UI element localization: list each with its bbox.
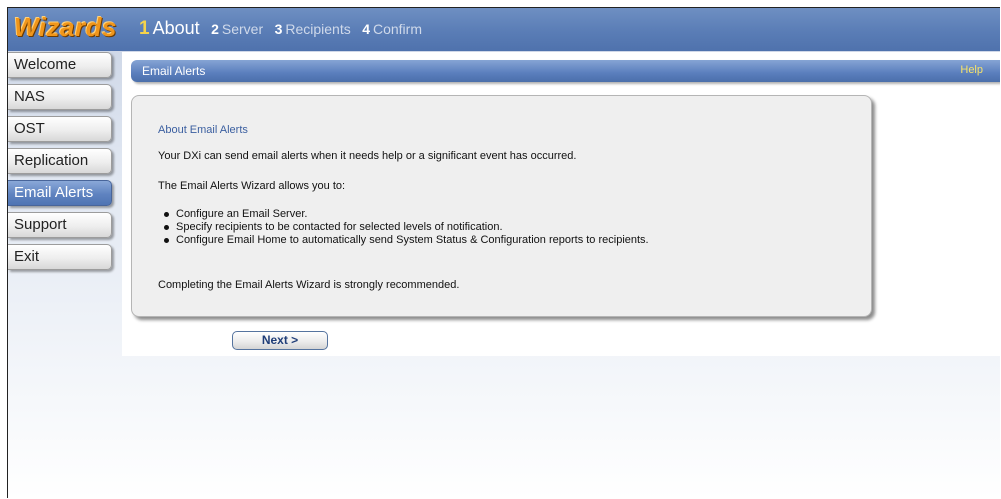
sidebar-item-nas[interactable]: NAS [8,84,112,110]
step-confirm: 4 Confirm [362,21,422,37]
step-label: Server [221,21,264,37]
list-item: Configure Email Home to automatically se… [158,234,649,247]
wizard-sidebar: Welcome NAS OST Replication Email Alerts… [8,52,116,276]
panel-intro-text: Your DXi can send email alerts when it n… [158,150,577,162]
content-area: Email Alerts Help About Email Alerts You… [122,52,1000,356]
sidebar-item-email-alerts[interactable]: Email Alerts [8,180,112,206]
step-number: 4 [362,21,370,37]
wizards-logo: Wizards [14,12,117,42]
step-number: 2 [211,21,219,37]
list-item: Configure an Email Server. [158,208,649,221]
about-email-alerts-panel: About Email Alerts Your DXi can send ema… [131,95,872,317]
step-label: Confirm [372,21,422,37]
panel-footer-text: Completing the Email Alerts Wizard is st… [158,279,460,291]
wizard-window: Wizards 1 About 2 Server 3 Recipients 4 Conf… [7,7,1000,498]
sidebar-item-welcome[interactable]: Welcome [8,52,112,78]
step-server: 2 Server [211,21,263,37]
step-recipients: 3 Recipients [275,21,351,37]
panel-lead-text: The Email Alerts Wizard allows you to: [158,180,346,192]
step-label: Recipients [285,21,351,37]
feature-list: Configure an Email Server. Specify recip… [158,208,649,247]
sidebar-item-support[interactable]: Support [8,212,112,238]
help-link[interactable]: Help [960,64,983,76]
next-button[interactable]: Next > [232,331,328,350]
list-item: Specify recipients to be contacted for s… [158,221,649,234]
step-number: 3 [274,21,283,37]
panel-title: About Email Alerts [158,124,248,136]
sidebar-item-replication[interactable]: Replication [8,148,112,174]
step-about: 1 About [139,18,200,40]
sidebar-item-ost[interactable]: OST [8,116,112,142]
wizard-steps: 1 About 2 Server 3 Recipients 4 Confirm [139,18,429,40]
step-number: 1 [139,18,150,39]
wizard-top-bar: Wizards 1 About 2 Server 3 Recipients 4 Conf… [8,8,1000,51]
section-header: Email Alerts Help [131,60,1000,82]
sidebar-item-exit[interactable]: Exit [8,244,112,270]
section-title: Email Alerts [142,64,206,78]
step-label: About [152,18,200,38]
